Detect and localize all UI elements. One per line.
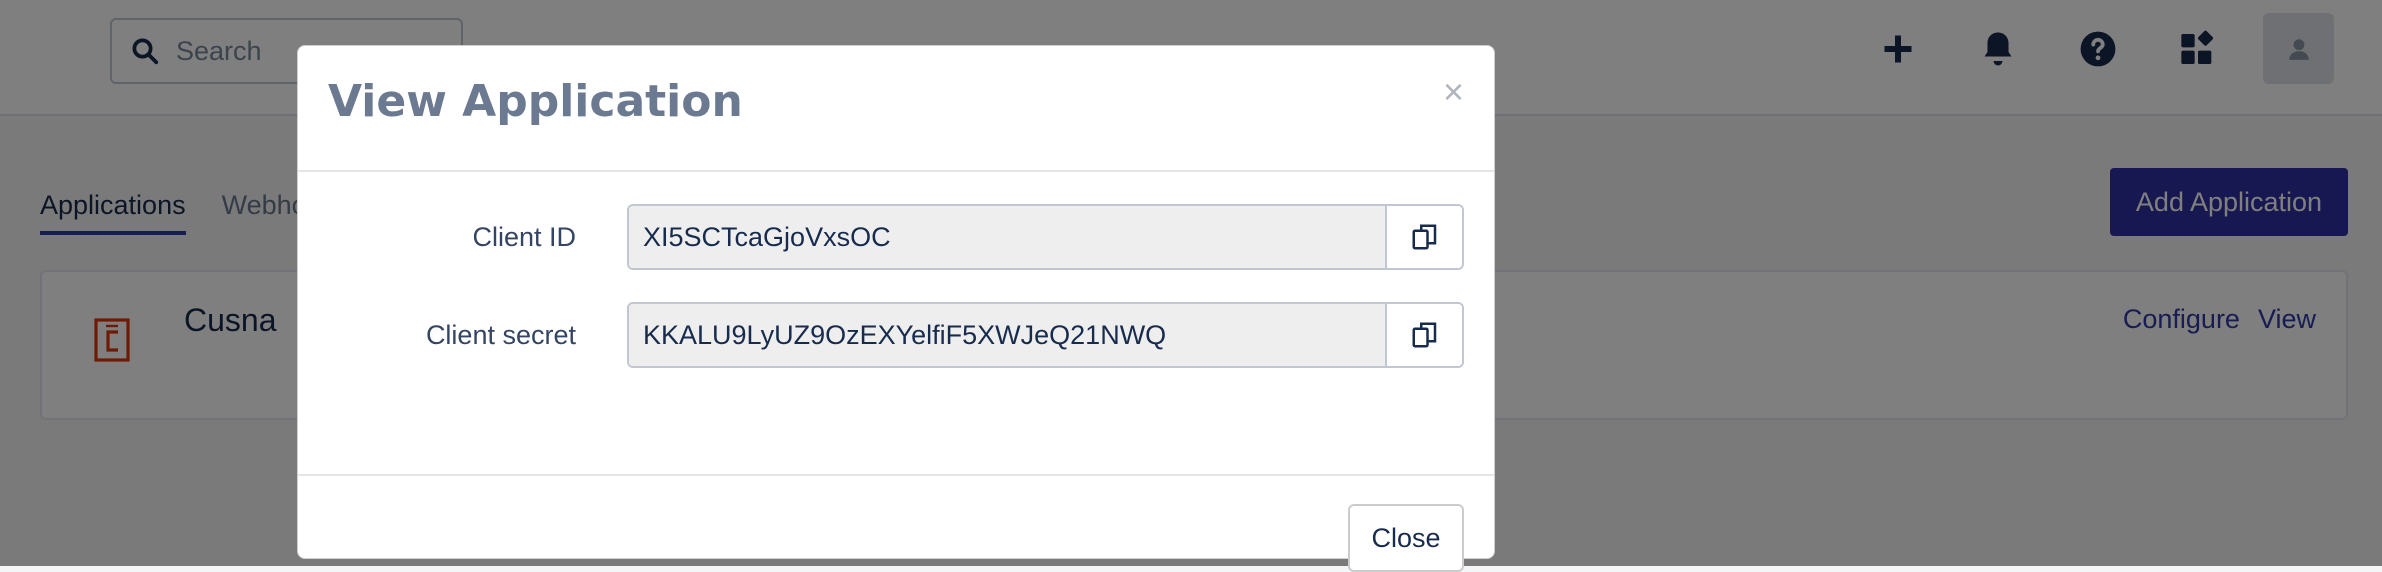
- view-application-dialog: View Application × Client ID Client secr…: [297, 45, 1495, 572]
- close-button[interactable]: Close: [1348, 504, 1464, 572]
- copy-client-id-button[interactable]: [1385, 206, 1462, 268]
- dialog-body: Client ID Client secret: [298, 172, 1494, 476]
- client-id-input[interactable]: [629, 206, 1385, 268]
- close-icon[interactable]: ×: [1443, 74, 1464, 110]
- dialog-header: View Application ×: [298, 46, 1494, 172]
- client-secret-label: Client secret: [425, 320, 576, 350]
- client-secret-field-group: [627, 302, 1464, 368]
- client-id-label: Client ID: [472, 222, 576, 252]
- client-secret-input[interactable]: [629, 304, 1385, 366]
- client-id-row: Client ID: [298, 204, 1494, 270]
- dialog-title: View Application: [328, 76, 743, 127]
- client-secret-row: Client secret: [298, 302, 1494, 368]
- dialog-footer: Close: [298, 476, 1494, 572]
- copy-client-secret-button[interactable]: [1385, 304, 1462, 366]
- copy-icon: [1412, 322, 1436, 348]
- copy-icon: [1412, 224, 1436, 250]
- client-id-field-group: [627, 204, 1464, 270]
